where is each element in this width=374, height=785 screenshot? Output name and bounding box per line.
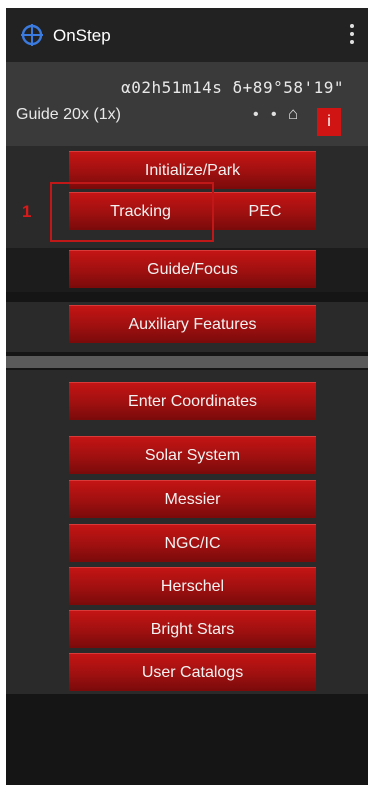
crosshair-target-icon: [21, 24, 43, 46]
app-bar: OnStep: [6, 8, 368, 62]
overflow-menu-icon[interactable]: [348, 24, 356, 48]
catalog-user-catalogs-button[interactable]: User Catalogs: [69, 653, 316, 691]
section-divider: [6, 356, 368, 368]
catalog-ngc-ic-button[interactable]: NGC/IC: [69, 524, 316, 562]
info-button[interactable]: i: [317, 108, 341, 136]
pec-button[interactable]: PEC: [214, 192, 316, 230]
catalog-bright-stars-button[interactable]: Bright Stars: [69, 610, 316, 648]
catalog-solar-system-button[interactable]: Solar System: [69, 436, 316, 474]
annotation-marker: 1: [22, 202, 32, 221]
enter-coordinates-button[interactable]: Enter Coordinates: [69, 382, 316, 420]
app-title: OnStep: [53, 26, 111, 45]
status-indicators: • •: [253, 106, 281, 123]
tracking-highlight-box: [50, 182, 214, 242]
catalog-messier-button[interactable]: Messier: [69, 480, 316, 518]
status-panel: α02h51m14s δ+89°58'19" Guide 20x (1x) • …: [6, 62, 368, 146]
coordinates-readout: α02h51m14s δ+89°58'19": [121, 78, 344, 97]
auxiliary-features-button[interactable]: Auxiliary Features: [69, 305, 316, 343]
home-icon: ⌂: [288, 104, 299, 123]
catalog-herschel-button[interactable]: Herschel: [69, 567, 316, 605]
app-screen: OnStep α02h51m14s δ+89°58'19" Guide 20x …: [6, 8, 368, 785]
guide-rate-text: Guide 20x (1x): [16, 106, 121, 123]
guide-focus-button[interactable]: Guide/Focus: [69, 250, 316, 288]
